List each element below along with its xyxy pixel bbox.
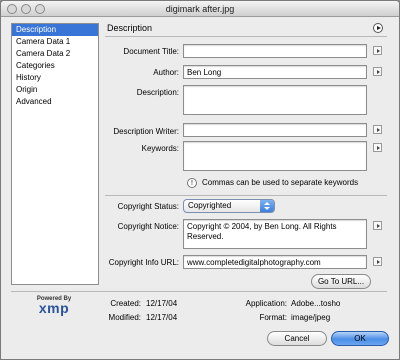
sidebar-item-advanced[interactable]: Advanced (12, 96, 98, 108)
panel-menu-icon[interactable] (373, 23, 383, 33)
author-label: Author: (153, 68, 179, 77)
divider (105, 195, 387, 196)
description-label: Description: (136, 88, 179, 97)
logo-xmp: xmp (38, 300, 70, 316)
copyright-url-field[interactable]: www.completedigitalphotography.com (183, 255, 367, 269)
description-writer-field[interactable] (183, 123, 367, 137)
author-field[interactable]: Ben Long (183, 65, 367, 79)
document-title-field[interactable] (183, 44, 367, 58)
divider (11, 291, 387, 292)
zoom-window-icon[interactable] (35, 4, 45, 14)
copyright-notice-field[interactable]: Copyright © 2004, by Ben Long. All Right… (183, 219, 367, 249)
document-title-label: Document Title: (123, 47, 179, 56)
window-title: digimark after.jpg (165, 4, 235, 14)
created-label: Created: (110, 299, 141, 308)
copyright-url-label: Copyright Info URL: (108, 258, 179, 267)
keywords-field[interactable] (183, 141, 367, 171)
cancel-button[interactable]: Cancel (267, 331, 327, 346)
sidebar-item-categories[interactable]: Categories (12, 60, 98, 72)
xmp-logo: Powered By xmp (29, 296, 79, 315)
copyright-notice-label: Copyright Notice: (117, 222, 179, 231)
category-list: Description Camera Data 1 Camera Data 2 … (11, 23, 99, 285)
panel-title: Description (107, 23, 153, 33)
file-info-dialog: digimark after.jpg Description Camera Da… (0, 0, 400, 360)
copyright-status-select[interactable]: Copyrighted (183, 199, 275, 213)
modified-label: Modified: (108, 313, 141, 322)
minimize-window-icon[interactable] (21, 4, 31, 14)
keywords-hint-text: Commas can be used to separate keywords (202, 178, 359, 188)
description-writer-label: Description Writer: (113, 127, 179, 136)
go-to-url-button[interactable]: Go To URL... (311, 274, 371, 289)
application-label: Application: (245, 299, 287, 308)
copyright-notice-menu-icon[interactable] (373, 221, 382, 230)
keywords-label: Keywords: (141, 144, 179, 153)
document-title-menu-icon[interactable] (373, 46, 382, 55)
modified-value: 12/17/04 (146, 313, 178, 322)
close-window-icon[interactable] (7, 4, 17, 14)
author-menu-icon[interactable] (373, 67, 382, 76)
created-value: 12/17/04 (146, 299, 178, 308)
title-bar: digimark after.jpg (1, 1, 399, 17)
divider (105, 36, 387, 37)
keywords-menu-icon[interactable] (373, 143, 382, 152)
copyright-status-label: Copyright Status: (117, 202, 179, 211)
info-icon: ! (187, 178, 197, 188)
sidebar-item-camera-data-2[interactable]: Camera Data 2 (12, 48, 98, 60)
keywords-hint: ! Commas can be used to separate keywords (187, 178, 358, 188)
sidebar-item-camera-data-1[interactable]: Camera Data 1 (12, 36, 98, 48)
copyright-url-menu-icon[interactable] (373, 257, 382, 266)
sidebar-item-description[interactable]: Description (12, 24, 98, 36)
copyright-status-value: Copyrighted (188, 201, 232, 210)
select-arrows-icon (260, 200, 274, 212)
description-field[interactable] (183, 85, 367, 115)
sidebar-item-origin[interactable]: Origin (12, 84, 98, 96)
application-value: Adobe...tosho (291, 299, 341, 308)
sidebar-item-history[interactable]: History (12, 72, 98, 84)
ok-button[interactable]: OK (331, 331, 389, 346)
format-label: Format: (259, 313, 287, 322)
format-value: image/jpeg (291, 313, 331, 322)
description-writer-menu-icon[interactable] (373, 125, 382, 134)
